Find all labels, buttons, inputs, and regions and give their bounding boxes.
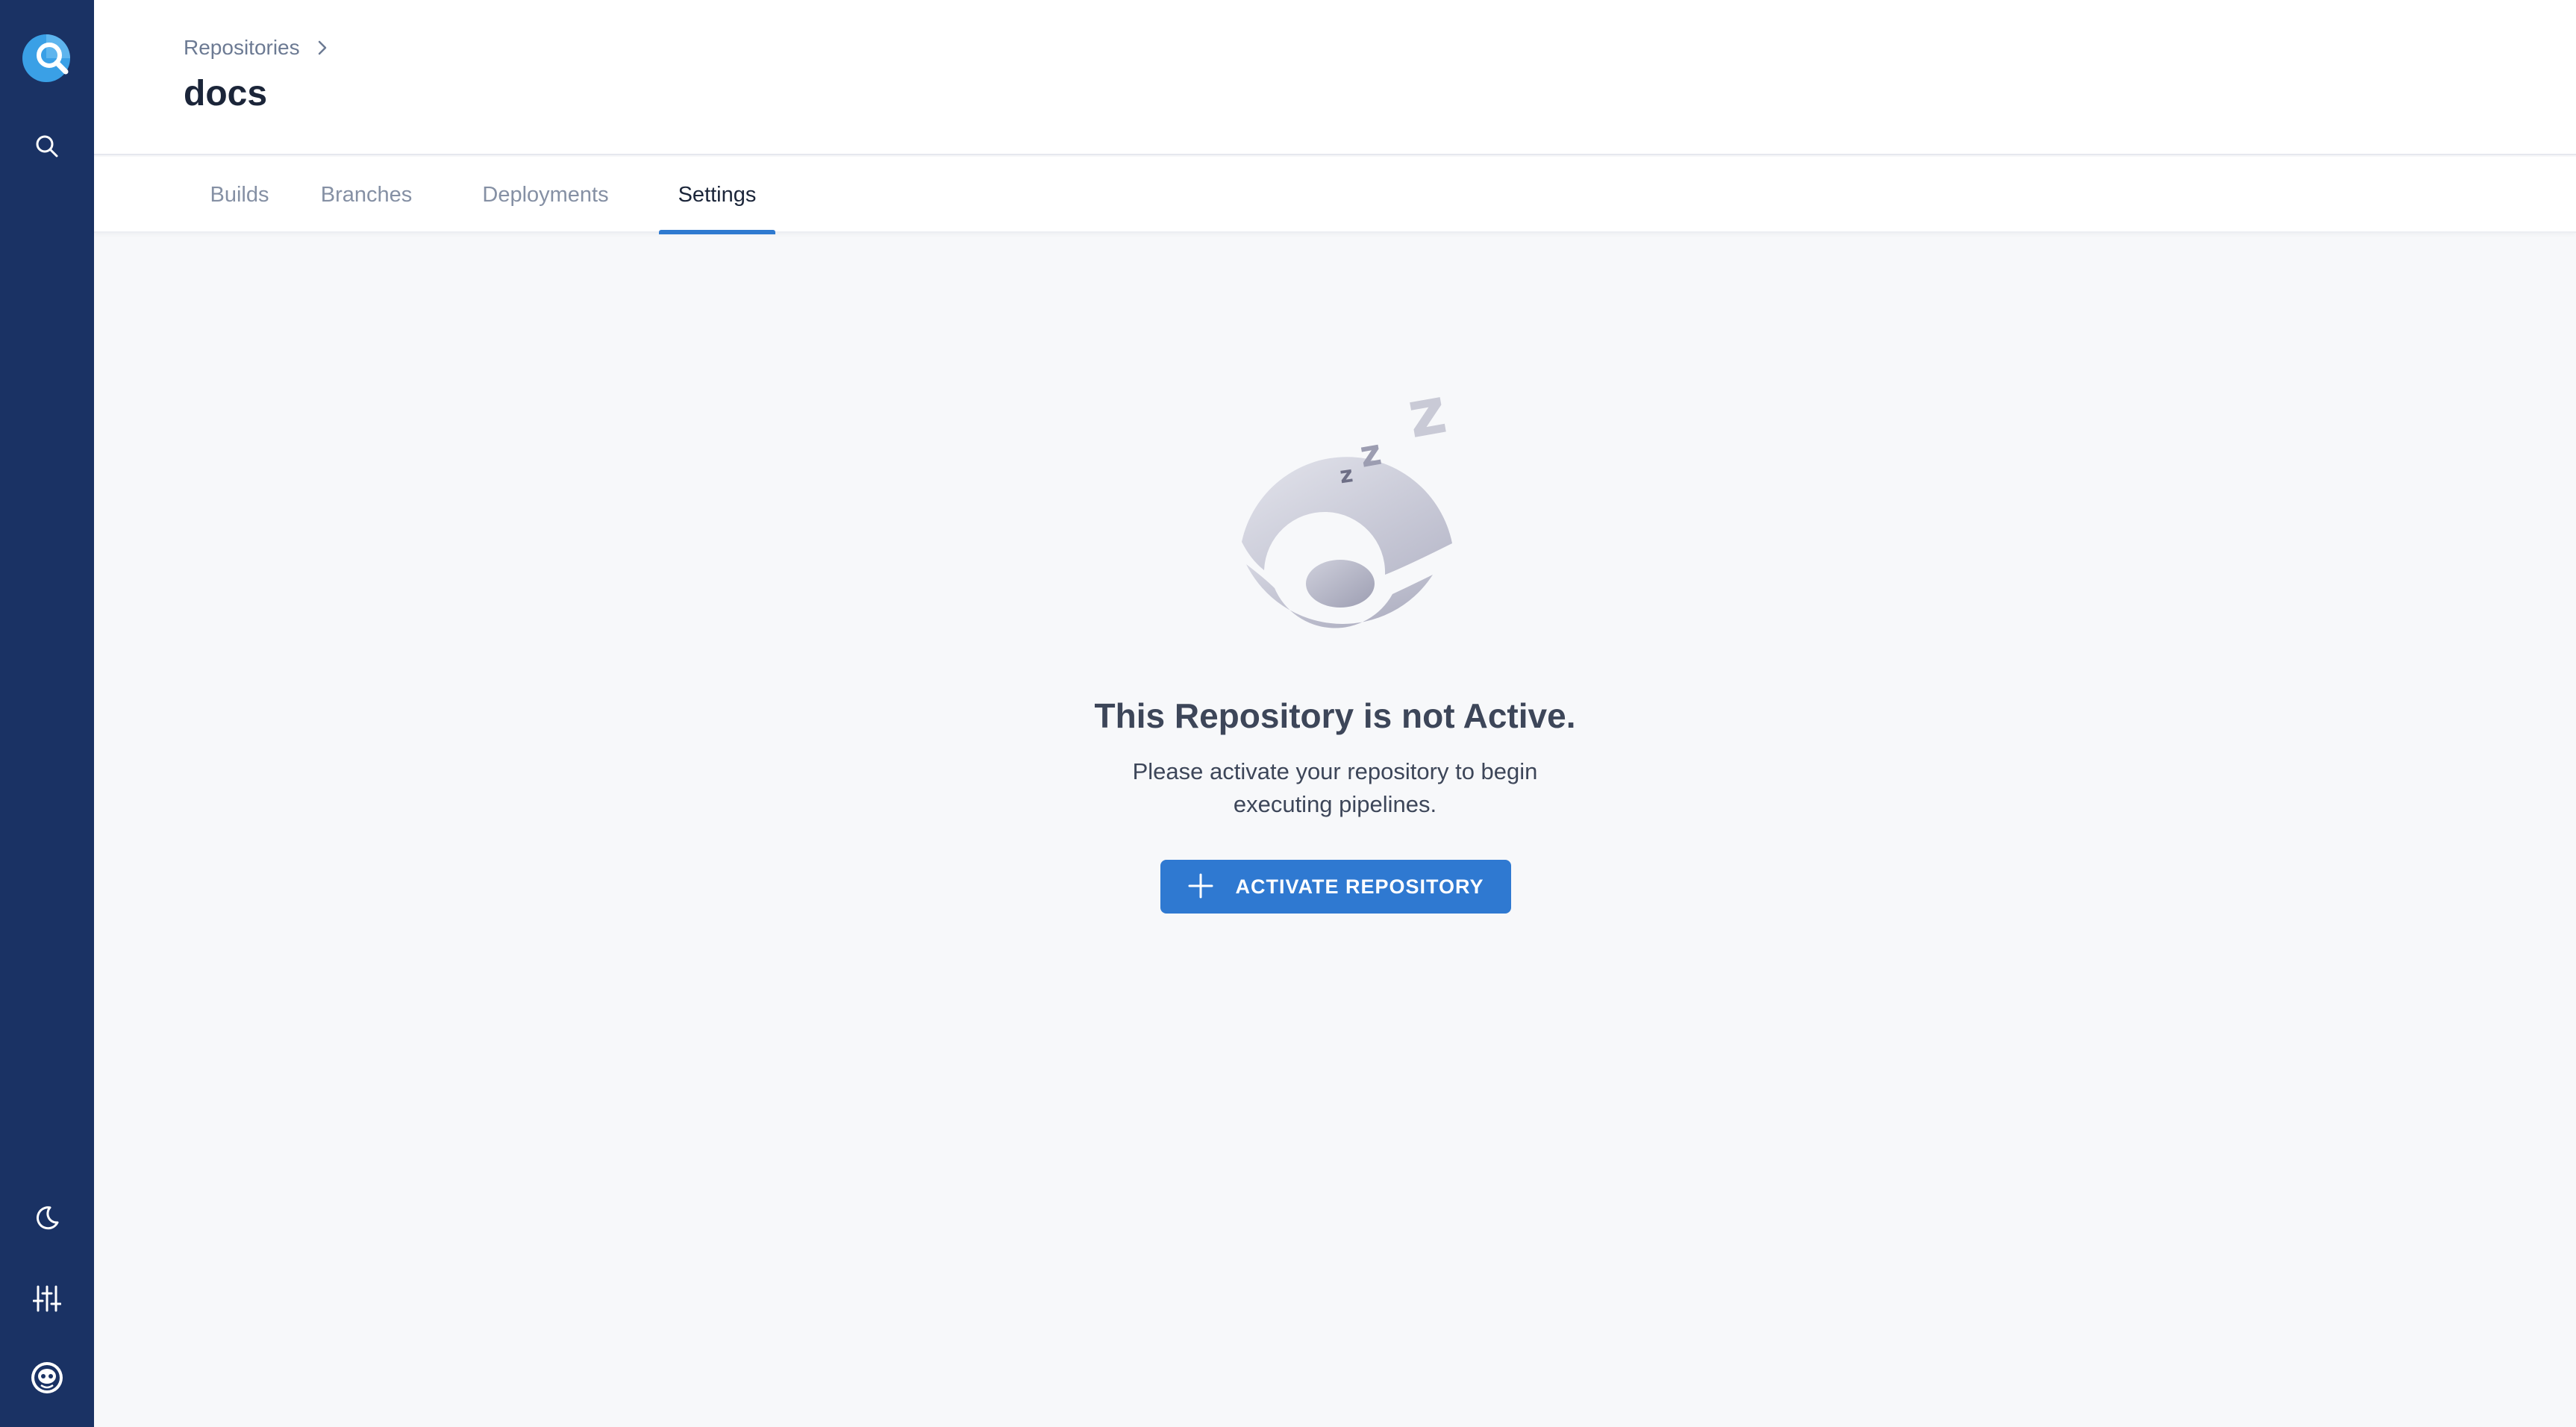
page-header: Repositories docs bbox=[94, 0, 2576, 155]
avatar-icon[interactable] bbox=[31, 1361, 63, 1394]
empty-state-description: Please activate your repository to begin… bbox=[1132, 758, 1538, 817]
breadcrumb: Repositories bbox=[184, 33, 328, 63]
empty-state-title: This Repository is not Active. bbox=[1094, 696, 1576, 735]
page-title: docs bbox=[184, 74, 268, 113]
sidebar bbox=[0, 0, 94, 1427]
chevron-right-icon bbox=[316, 39, 328, 57]
svg-text:z: z bbox=[1402, 373, 1452, 453]
sliders-icon[interactable] bbox=[31, 1282, 63, 1315]
plus-icon bbox=[1187, 872, 1214, 902]
moon-icon[interactable] bbox=[31, 1202, 63, 1234]
app-root: Repositories docs Builds Branches Deploy… bbox=[0, 0, 2576, 1427]
sleeping-drone-icon: z z z bbox=[1191, 373, 1519, 649]
breadcrumb-repositories-link[interactable]: Repositories bbox=[184, 36, 300, 60]
tab-builds[interactable]: Builds bbox=[191, 157, 288, 233]
tab-branches[interactable]: Branches bbox=[310, 157, 422, 233]
activate-repository-label: ACTIVATE REPOSITORY bbox=[1235, 875, 1484, 898]
tab-bar: Builds Branches Deployments Settings bbox=[94, 157, 2576, 234]
tab-settings[interactable]: Settings bbox=[659, 157, 775, 234]
drone-logo-icon[interactable] bbox=[21, 33, 72, 84]
tab-deployments[interactable]: Deployments bbox=[467, 157, 624, 233]
activate-repository-button[interactable]: ACTIVATE REPOSITORY bbox=[1160, 860, 1511, 914]
search-icon[interactable] bbox=[31, 130, 63, 163]
empty-state: z z z This Repository is not Active. Ple… bbox=[94, 233, 2576, 1427]
